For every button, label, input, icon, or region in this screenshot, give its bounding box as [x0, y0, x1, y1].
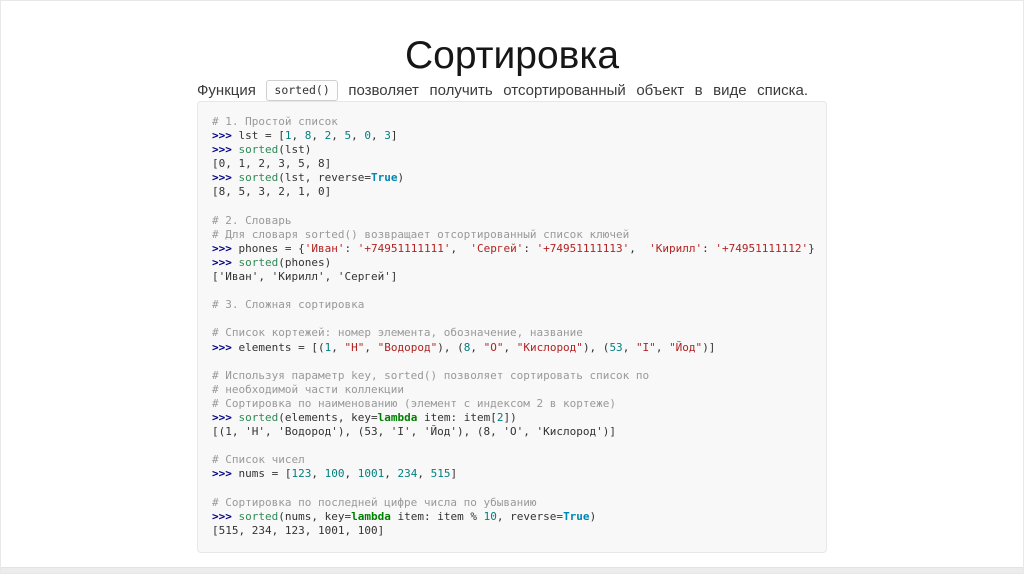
code-line: >>> sorted(nums, key=lambda item: item %…: [212, 509, 597, 523]
code-line: [515, 234, 123, 1001, 100]: [212, 523, 385, 537]
code-line: >>> phones = {'Иван': '+74951111111', 'С…: [212, 241, 815, 255]
page-title: Сортировка: [404, 34, 620, 78]
code-line: # 1. Простой список: [212, 115, 338, 128]
code-line: >>> sorted(lst): [212, 143, 312, 157]
code-line: [0, 1, 2, 3, 5, 8]: [212, 157, 332, 171]
code-line: >>> sorted(lst, reverse=True): [212, 171, 405, 185]
subtitle: Функция sorted() позволяет получить отсо…: [197, 79, 808, 103]
code-line: # Сортировка по наименованию (элемент с …: [212, 396, 616, 410]
code-line: # Используя параметр key, sorted() позво…: [212, 368, 650, 382]
code-line: # Для словаря sorted() возвращает отсорт…: [212, 227, 630, 241]
code-line: >>> elements = [(1, "H", "Водород"), (8,…: [212, 340, 716, 354]
code-block: # 1. Простой список >>> lst = [1, 8, 2, 5…: [197, 101, 827, 553]
code-line: # необходимой части коллекции: [212, 382, 405, 396]
code-line: >>> nums = [123, 100, 1001, 234, 515]: [212, 467, 458, 481]
slide: Сортировка Функция sorted() позволяет по…: [0, 0, 1024, 574]
code-line: # Список чисел: [212, 453, 305, 467]
code-line: [(1, 'H', 'Водород'), (53, 'I', 'Йод'), …: [212, 425, 616, 439]
code-line: # 2. Словарь: [212, 213, 292, 227]
code-line: >>> sorted(elements, key=lambda item: it…: [212, 410, 517, 424]
code-line: >>> sorted(phones): [212, 255, 332, 269]
code-line: [8, 5, 3, 2, 1, 0]: [212, 185, 332, 199]
code-line: ['Иван', 'Кирилл', 'Сергей']: [212, 270, 398, 284]
subtitle-suffix: позволяет получить отсортированный объек…: [348, 82, 809, 99]
code-line: >>> lst = [1, 8, 2, 5, 0, 3]: [212, 129, 398, 143]
code-line: # Сортировка по последней цифре числа по…: [212, 495, 537, 509]
code-line: # 3. Сложная сортировка: [212, 298, 365, 312]
inline-code-sorted: sorted(): [266, 79, 338, 101]
slide-bottom-edge: [1, 567, 1023, 573]
code-line: # Список кортежей: номер элемента, обозн…: [212, 326, 583, 340]
subtitle-prefix: Функция: [197, 82, 256, 99]
